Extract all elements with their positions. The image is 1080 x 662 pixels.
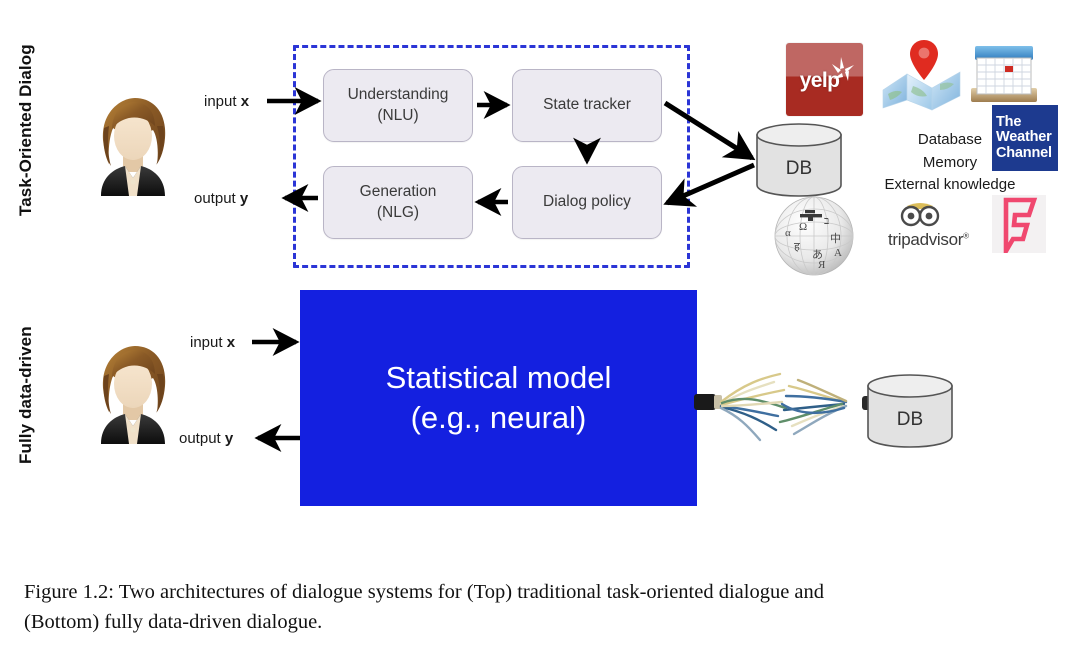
- database-cylinder-bottom: DB: [864, 373, 956, 449]
- figure-container: Task-Oriented Dialog Fully data-driven i…: [0, 0, 1080, 662]
- figure-caption-line2: (Bottom) fully data-driven dialogue.: [24, 610, 323, 633]
- figure-caption: Figure 1.2: Two architectures of dialogu…: [24, 578, 1058, 637]
- network-cable-bundle: [694, 364, 884, 450]
- db-icon-bottom: DB: [867, 374, 953, 448]
- cable-icon: [694, 372, 882, 442]
- bottom-pipeline-arrows: [252, 328, 300, 452]
- figure-caption-line1: Figure 1.2: Two architectures of dialogu…: [24, 581, 825, 603]
- svg-text:DB: DB: [897, 409, 923, 430]
